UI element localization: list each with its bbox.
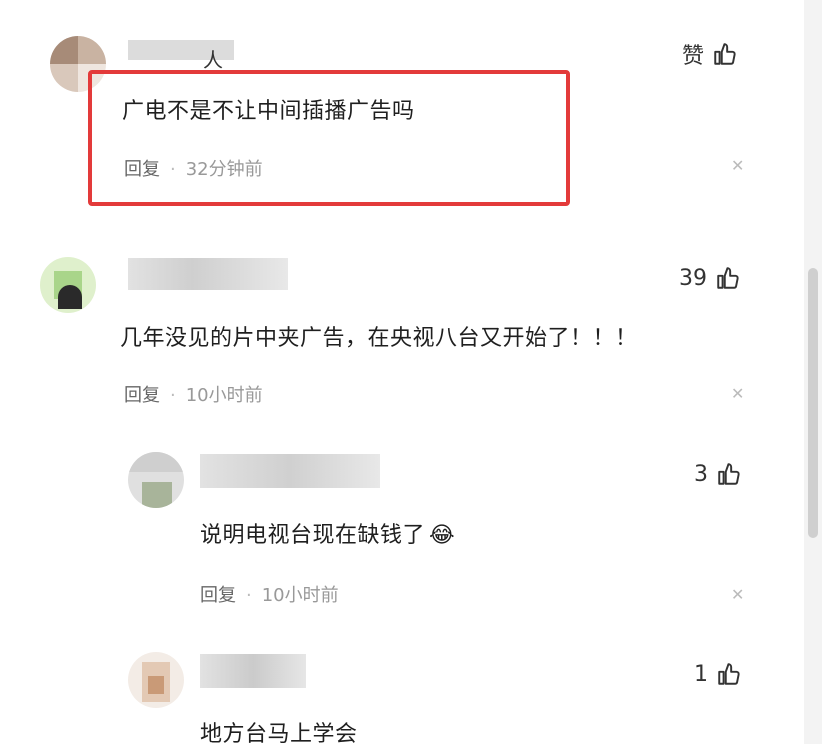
author-name-fragment: 人: [203, 48, 223, 72]
separator-dot: ·: [170, 385, 176, 406]
thumbs-up-icon: [714, 43, 736, 65]
thumbs-up-icon: [717, 267, 739, 289]
thumbs-up-icon: [718, 663, 740, 685]
reply-button[interactable]: 回复: [200, 585, 236, 606]
scrollbar[interactable]: [804, 0, 822, 744]
comment-meta: 回复 · 10小时前: [124, 381, 263, 407]
close-icon[interactable]: ✕: [731, 156, 744, 175]
comment-text: 说明电视台现在缺钱了 😂: [200, 517, 455, 549]
like-count: 1: [694, 661, 708, 687]
comment-meta: 回复 · 10小时前: [200, 581, 339, 607]
like-button[interactable]: 1: [694, 661, 742, 687]
scrollbar-thumb[interactable]: [808, 268, 818, 538]
separator-dot: ·: [246, 585, 252, 606]
close-icon[interactable]: ✕: [731, 585, 744, 604]
comment-time: 10小时前: [261, 585, 339, 606]
comment-text: 广电不是不让中间插播广告吗: [122, 99, 415, 124]
author-name-blurred: [200, 654, 306, 688]
highlight-box: [88, 70, 570, 206]
reply-button[interactable]: 回复: [124, 385, 160, 406]
author-name-blurred: [200, 454, 380, 488]
thumbs-up-icon: [718, 463, 740, 485]
comment-time: 10小时前: [185, 385, 263, 406]
separator-dot: ·: [170, 159, 176, 180]
comment-text: 地方台马上学会: [200, 722, 358, 747]
like-button[interactable]: 39: [679, 265, 741, 291]
comment-meta: 回复 · 32分钟前: [124, 155, 263, 181]
laughing-emoji-icon: 😂: [429, 523, 456, 548]
like-button[interactable]: 3: [694, 461, 742, 487]
comment-text-body: 说明电视台现在缺钱了: [200, 523, 426, 548]
avatar[interactable]: [40, 257, 96, 313]
avatar[interactable]: [128, 452, 184, 508]
like-count: 39: [679, 265, 707, 291]
like-button[interactable]: 赞: [682, 38, 738, 70]
comment-text: 几年没见的片中夹广告，在央视八台又开始了！！！: [120, 326, 638, 351]
avatar[interactable]: [128, 652, 184, 708]
author-name-blurred: [128, 258, 288, 290]
like-count: 3: [694, 461, 708, 487]
like-count: 赞: [682, 44, 705, 69]
comment-time: 32分钟前: [185, 159, 263, 180]
reply-button[interactable]: 回复: [124, 159, 160, 180]
close-icon[interactable]: ✕: [731, 384, 744, 403]
